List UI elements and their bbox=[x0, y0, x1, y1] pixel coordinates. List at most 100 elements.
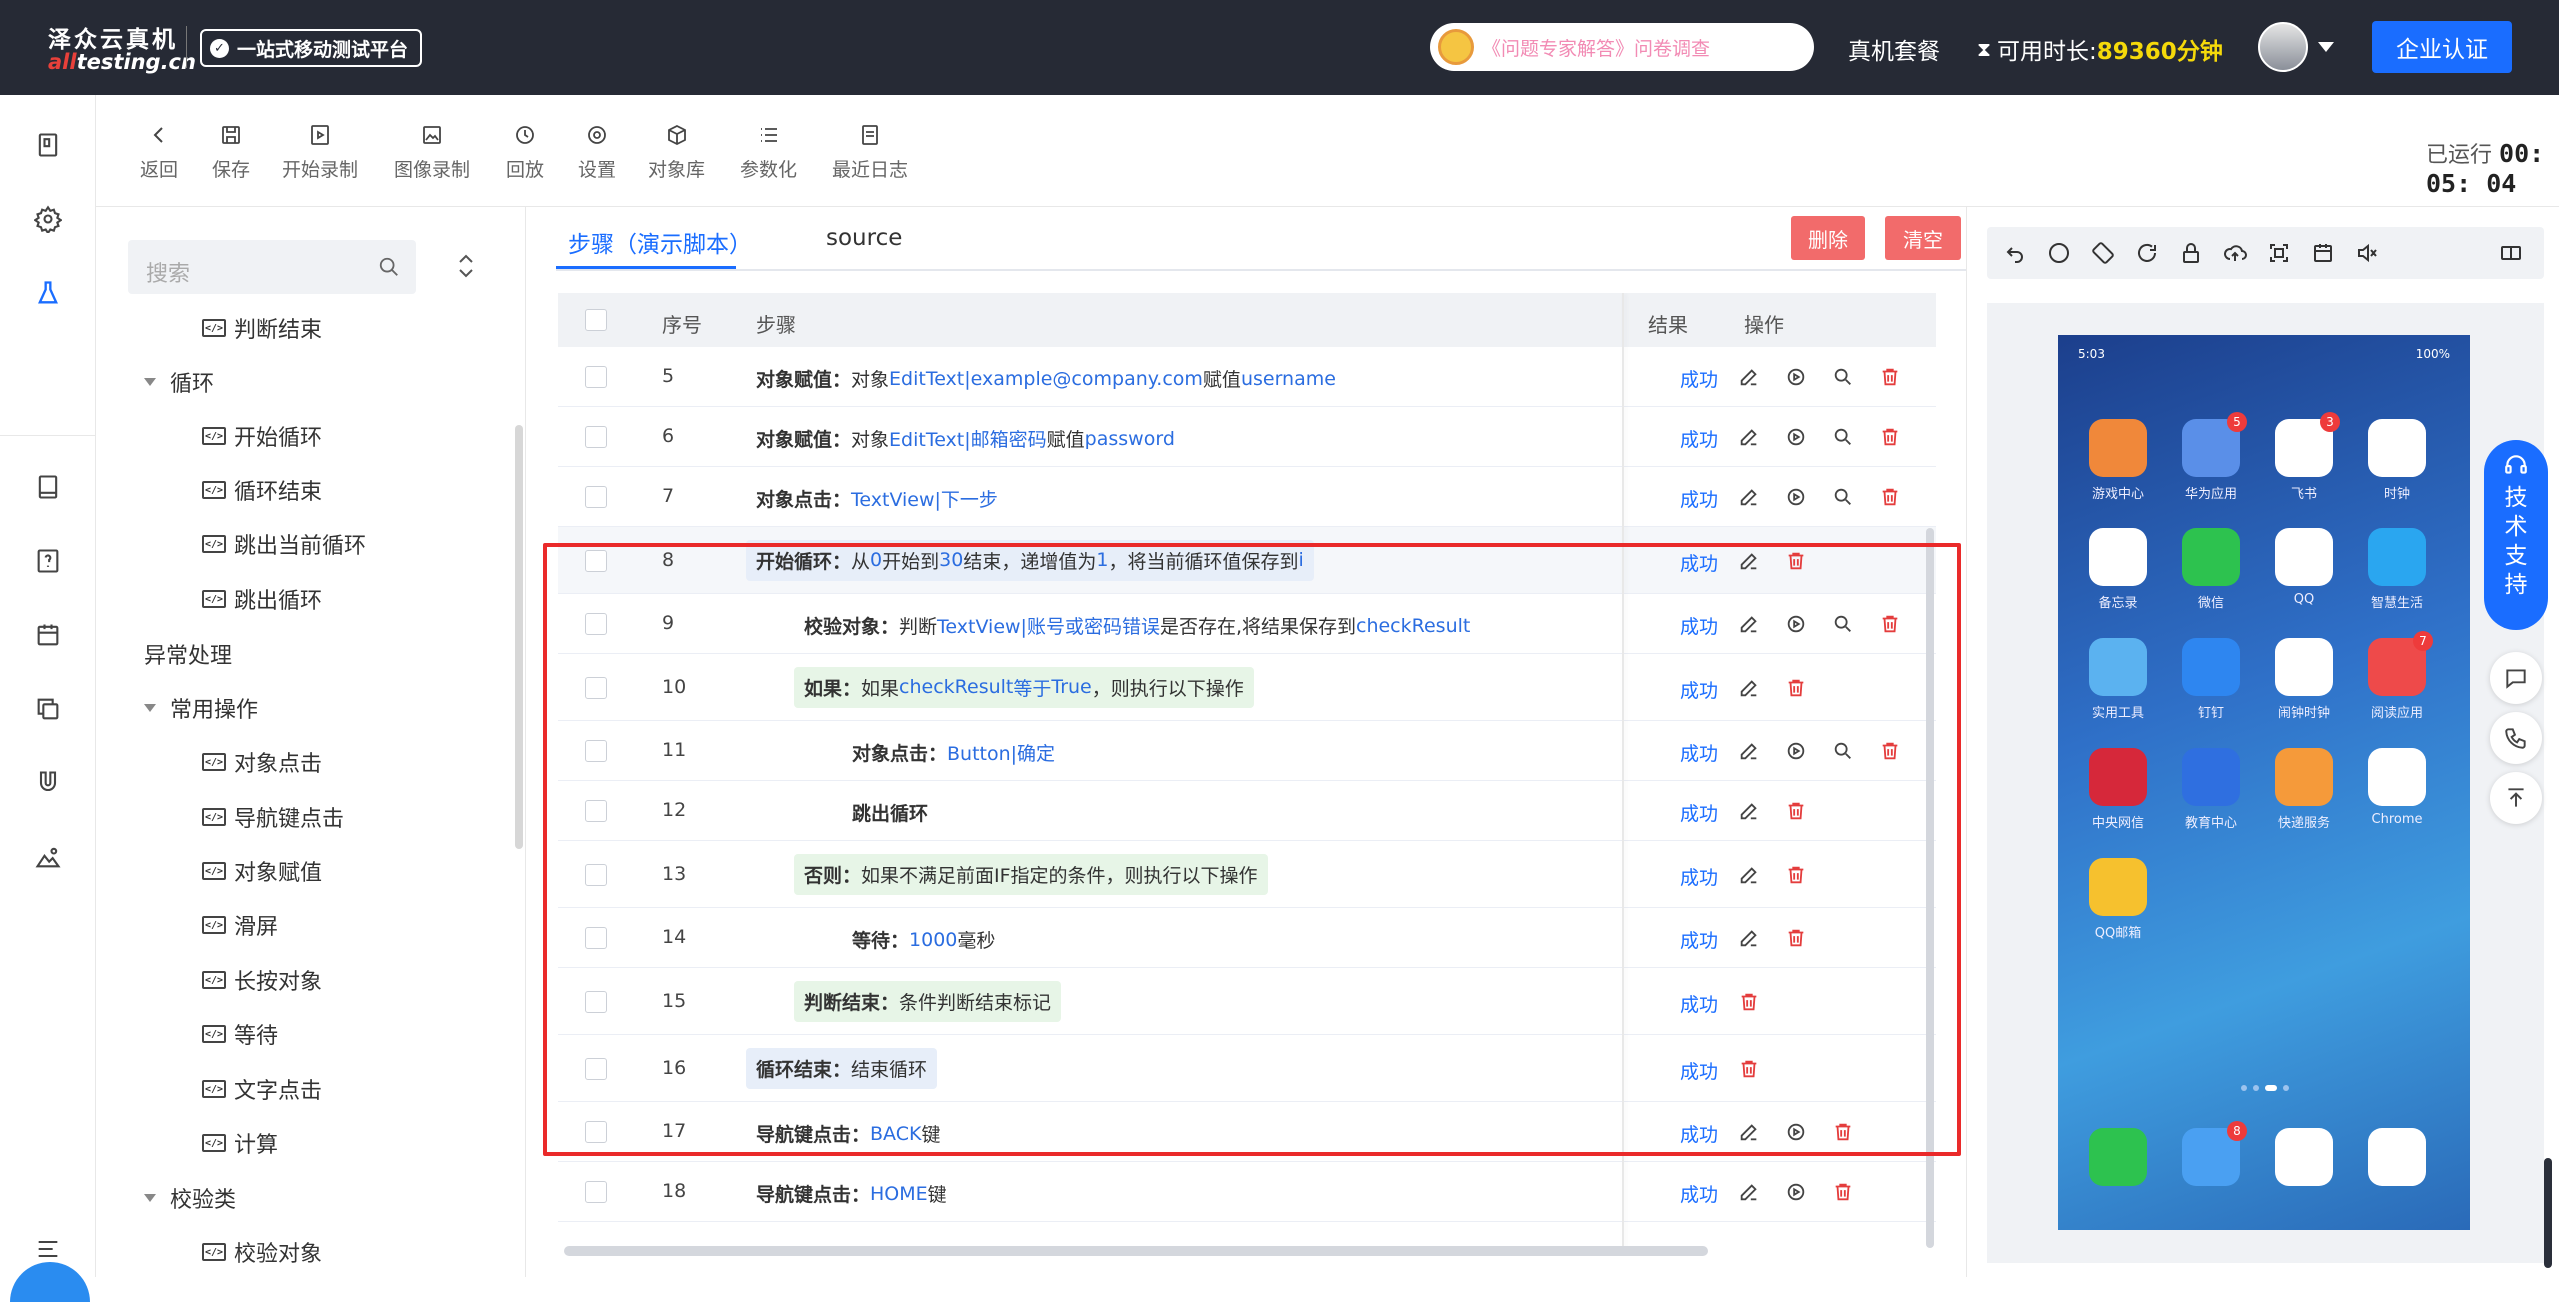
tree-item[interactable]: </> 跳出循环 bbox=[202, 583, 322, 615]
tree-group[interactable]: 常用操作 bbox=[144, 692, 258, 724]
run-step-icon[interactable] bbox=[1785, 366, 1807, 388]
toolbar-save-button[interactable]: 保存 bbox=[212, 123, 250, 182]
device-screenshot-icon[interactable] bbox=[2267, 241, 2291, 265]
nav-book-icon[interactable] bbox=[28, 467, 68, 507]
edit-icon[interactable] bbox=[1738, 486, 1760, 508]
caret-down-icon[interactable] bbox=[144, 378, 156, 386]
toolbar-parameterize-button[interactable]: 参数化 bbox=[740, 123, 797, 182]
table-row[interactable]: 6 对象赋值： 对象 EditText|邮箱密码 赋值 password 成功 bbox=[558, 407, 1936, 467]
toolbar-image-record-button[interactable]: 图像录制 bbox=[394, 123, 470, 182]
device-home-icon[interactable] bbox=[2047, 241, 2071, 265]
tree-item[interactable]: </> 滑屏 bbox=[202, 909, 278, 941]
page-scrollbar[interactable] bbox=[2544, 1158, 2552, 1268]
app-icon[interactable]: 钉钉 bbox=[2171, 638, 2251, 721]
nav-help-icon[interactable] bbox=[28, 541, 68, 581]
nav-image-icon[interactable] bbox=[28, 837, 68, 877]
run-step-icon[interactable] bbox=[1785, 426, 1807, 448]
row-checkbox[interactable] bbox=[585, 366, 607, 388]
device-back-icon[interactable] bbox=[2003, 241, 2027, 265]
app-icon[interactable]: 备忘录 bbox=[2078, 528, 2158, 611]
dock-app-icon[interactable] bbox=[2357, 1128, 2437, 1186]
app-icon[interactable]: 7 阅读应用 bbox=[2357, 631, 2437, 721]
device-lock-icon[interactable] bbox=[2179, 241, 2203, 265]
app-icon[interactable]: 时钟 bbox=[2357, 419, 2437, 502]
nav-test-flask-icon[interactable] bbox=[28, 273, 68, 313]
tree-item[interactable]: </> 开始循环 bbox=[202, 420, 322, 452]
toolbar-settings-button[interactable]: 设置 bbox=[578, 123, 616, 182]
toolbar-record-button[interactable]: 开始录制 bbox=[282, 123, 358, 182]
expand-collapse-icon[interactable] bbox=[456, 253, 476, 279]
row-checkbox[interactable] bbox=[585, 426, 607, 448]
app-icon[interactable]: Chrome bbox=[2357, 748, 2437, 827]
delete-icon[interactable] bbox=[1879, 486, 1901, 508]
delete-icon[interactable] bbox=[1832, 1181, 1854, 1203]
tab-source[interactable]: source bbox=[826, 225, 902, 251]
step-description[interactable]: 对象赋值： 对象 EditText|邮箱密码 赋值 password bbox=[756, 425, 1175, 452]
device-rotate-icon[interactable] bbox=[2091, 241, 2115, 265]
device-upload-icon[interactable] bbox=[2223, 241, 2247, 265]
toolbar-back-button[interactable]: 返回 bbox=[140, 123, 178, 182]
toolbar-replay-button[interactable]: 回放 bbox=[506, 123, 544, 182]
step-description[interactable]: 导航键点击： HOME 键 bbox=[756, 1180, 947, 1207]
row-checkbox[interactable] bbox=[585, 486, 607, 508]
nav-magnet-icon[interactable] bbox=[28, 763, 68, 803]
app-icon[interactable]: 5 华为应用 bbox=[2171, 412, 2251, 502]
tree-item[interactable]: </> 对象点击 bbox=[202, 746, 322, 778]
clear-button[interactable]: 清空 bbox=[1885, 216, 1961, 260]
tree-item[interactable]: </> 判断结束 bbox=[202, 312, 322, 344]
dock-app-icon[interactable] bbox=[2078, 1128, 2158, 1186]
tree-item[interactable]: </> 导航键点击 bbox=[202, 801, 344, 833]
tree-search-input[interactable]: 搜索 bbox=[128, 240, 416, 294]
back-to-top-button[interactable] bbox=[2490, 772, 2542, 824]
phone-call-button[interactable] bbox=[2490, 712, 2542, 764]
step-description[interactable]: 对象点击： TextView|下一步 bbox=[756, 485, 998, 512]
tree-item[interactable]: </> 计算 bbox=[202, 1127, 278, 1159]
app-icon[interactable]: 闹钟时钟 bbox=[2264, 638, 2344, 721]
app-icon[interactable]: QQ bbox=[2264, 528, 2344, 607]
app-icon[interactable]: 快递服务 bbox=[2264, 748, 2344, 831]
app-icon[interactable]: 3 飞书 bbox=[2264, 412, 2344, 502]
device-mute-icon[interactable] bbox=[2355, 241, 2379, 265]
tab-steps[interactable]: 步骤（演示脚本） bbox=[568, 225, 752, 259]
device-refresh-icon[interactable] bbox=[2135, 241, 2159, 265]
tree-item[interactable]: </> 校验对象 bbox=[202, 1236, 322, 1268]
app-icon[interactable]: 微信 bbox=[2171, 528, 2251, 611]
run-step-icon[interactable] bbox=[1785, 486, 1807, 508]
step-description[interactable]: 对象赋值： 对象 EditText|example@company.com 赋值 use… bbox=[756, 365, 1336, 392]
locate-icon[interactable] bbox=[1832, 366, 1854, 388]
edit-icon[interactable] bbox=[1738, 1181, 1760, 1203]
dock-app-icon[interactable]: 8 bbox=[2171, 1121, 2251, 1186]
device-schedule-icon[interactable] bbox=[2311, 241, 2335, 265]
locate-icon[interactable] bbox=[1832, 426, 1854, 448]
delete-button[interactable]: 删除 bbox=[1791, 216, 1865, 260]
edit-icon[interactable] bbox=[1738, 426, 1760, 448]
tree-scrollbar[interactable] bbox=[515, 425, 523, 849]
chevron-down-icon[interactable] bbox=[2318, 42, 2334, 52]
search-icon[interactable] bbox=[378, 256, 400, 278]
table-row[interactable]: 7 对象点击： TextView|下一步 成功 bbox=[558, 467, 1936, 527]
app-icon[interactable]: 教育中心 bbox=[2171, 748, 2251, 831]
device-panel-toggle-icon[interactable] bbox=[2499, 241, 2523, 265]
tree-group[interactable]: 异常处理 bbox=[144, 638, 232, 670]
user-avatar[interactable] bbox=[2258, 22, 2308, 72]
delete-icon[interactable] bbox=[1879, 426, 1901, 448]
tree-group[interactable]: 校验类 bbox=[144, 1182, 236, 1214]
caret-down-icon[interactable] bbox=[144, 704, 156, 712]
tree-item[interactable]: </> 等待 bbox=[202, 1018, 278, 1050]
select-all-checkbox[interactable] bbox=[585, 309, 607, 331]
nav-settings-icon[interactable] bbox=[28, 199, 68, 239]
app-icon[interactable]: QQ邮箱 bbox=[2078, 858, 2158, 941]
tech-support-button[interactable]: 技 术 支 持 bbox=[2484, 440, 2548, 630]
row-checkbox[interactable] bbox=[585, 1181, 607, 1203]
nav-copy-icon[interactable] bbox=[28, 689, 68, 729]
app-icon[interactable]: 游戏中心 bbox=[2078, 419, 2158, 502]
enterprise-auth-button[interactable]: 企业认证 bbox=[2372, 21, 2512, 73]
device-screen[interactable]: 5:03 100% 游戏中心 5 华为应用 3 飞书 时钟 备忘录 微信 QQ 智慧生活 实用工具 钉钉… bbox=[2058, 335, 2470, 1230]
table-horizontal-scrollbar[interactable] bbox=[564, 1246, 1708, 1256]
bottom-help-button[interactable] bbox=[0, 1262, 96, 1302]
nav-calendar-icon[interactable] bbox=[28, 615, 68, 655]
logo-text-cn[interactable]: 泽众云真机 bbox=[48, 20, 178, 54]
tree-item[interactable]: </> 长按对象 bbox=[202, 964, 322, 996]
toolbar-object-library-button[interactable]: 对象库 bbox=[648, 123, 705, 182]
app-icon[interactable]: 智慧生活 bbox=[2357, 528, 2437, 611]
